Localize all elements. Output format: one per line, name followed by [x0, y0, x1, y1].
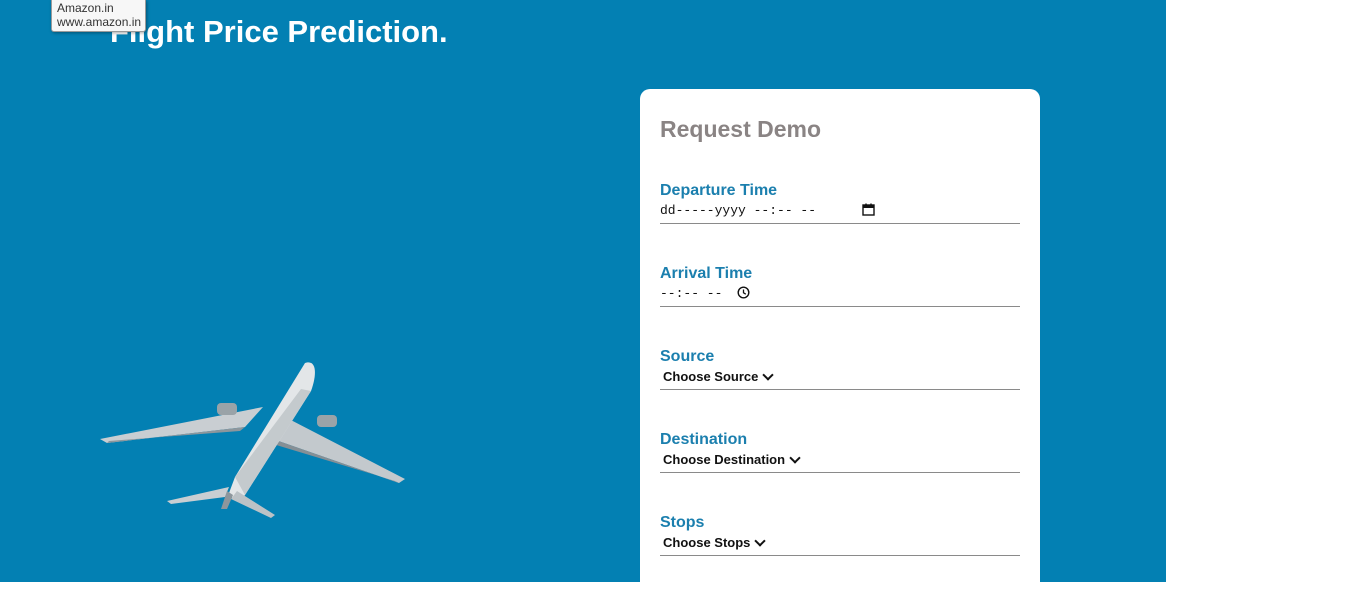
- arrival-time-value: --:-- --: [660, 286, 723, 301]
- card-title: Request Demo: [660, 116, 822, 142]
- stops-selected: Choose Stops: [663, 535, 751, 550]
- request-demo-card: Request Demo Departure Time dd-----yyyy …: [640, 89, 1040, 609]
- source-label: Source: [660, 348, 715, 365]
- departure-time-value: dd-----yyyy --:-- --: [660, 203, 817, 218]
- destination-select[interactable]: Choose Destination: [660, 450, 1020, 473]
- departure-time-field: Departure Time dd-----yyyy --:-- --: [660, 181, 1020, 224]
- departure-time-label: Departure Time: [660, 182, 778, 199]
- arrival-time-label: Arrival Time: [660, 265, 753, 282]
- arrival-time-field: Arrival Time --:-- --: [660, 264, 1020, 307]
- chevron-down-icon: [762, 368, 775, 381]
- stops-field: Stops Choose Stops: [660, 513, 1020, 556]
- destination-label: Destination: [660, 431, 748, 448]
- link-tooltip: Amazon.in www.amazon.in: [51, 0, 146, 32]
- stops-label: Stops: [660, 514, 705, 531]
- destination-field: Destination Choose Destination: [660, 430, 1020, 473]
- tooltip-url: www.amazon.in: [57, 15, 142, 29]
- chevron-down-icon: [789, 451, 801, 464]
- airplane-image: [100, 362, 405, 518]
- arrival-time-input[interactable]: --:-- --: [660, 284, 1020, 307]
- source-selected: Choose Source: [663, 369, 759, 384]
- source-select[interactable]: Choose Source: [660, 367, 1020, 390]
- destination-selected: Choose Destination: [663, 452, 786, 467]
- departure-time-input[interactable]: dd-----yyyy --:-- --: [660, 201, 1020, 224]
- calendar-icon[interactable]: [862, 203, 875, 216]
- clock-icon[interactable]: [737, 286, 750, 299]
- source-field: Source Choose Source: [660, 347, 1020, 390]
- chevron-down-icon: [754, 534, 767, 547]
- stops-select[interactable]: Choose Stops: [660, 533, 1020, 556]
- tooltip-title: Amazon.in: [57, 1, 114, 15]
- page-title: Flight Price Prediction.: [110, 14, 448, 49]
